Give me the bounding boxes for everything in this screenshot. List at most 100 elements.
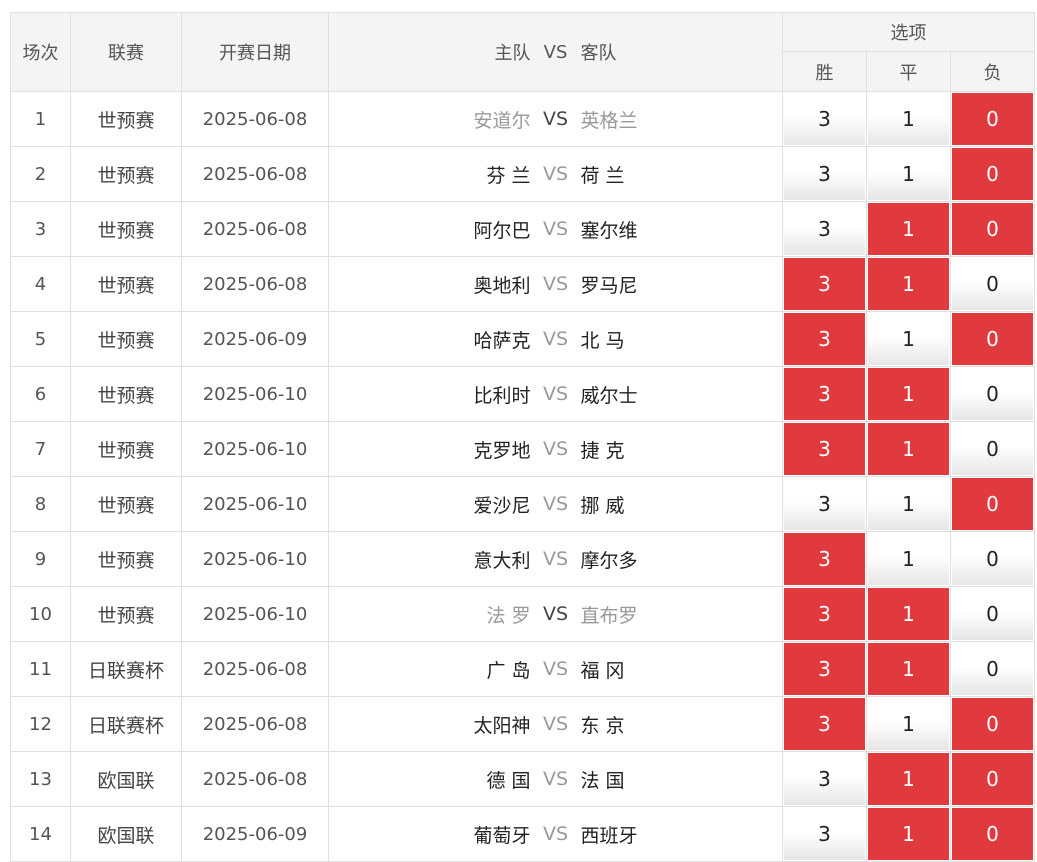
loss-option-button[interactable]: 0: [952, 423, 1034, 475]
match-number: 10: [10, 586, 71, 642]
home-team: 爱沙尼: [473, 494, 531, 517]
option-cell: 0: [949, 531, 1036, 587]
away-team: 东 京: [580, 714, 625, 737]
match-date: 2025-06-09: [181, 311, 329, 367]
vs-label: VS: [542, 163, 569, 185]
loss-option-button[interactable]: 0: [952, 313, 1034, 365]
draw-option-button[interactable]: 1: [868, 698, 949, 750]
win-option-button[interactable]: 3: [784, 423, 865, 475]
draw-option-button[interactable]: 1: [868, 533, 949, 585]
option-cell: 0: [949, 256, 1036, 312]
option-cell: 1: [866, 476, 951, 532]
header-vs-label: VS: [543, 41, 568, 63]
loss-option-button[interactable]: 0: [952, 368, 1034, 420]
option-cell: 0: [949, 201, 1036, 257]
match-teams: 奥地利 VS 罗马尼: [328, 256, 783, 312]
match-number: 1: [10, 91, 71, 147]
draw-option-button[interactable]: 1: [868, 203, 949, 255]
match-date: 2025-06-08: [181, 641, 329, 697]
option-cell: 0: [949, 146, 1036, 202]
match-teams: 意大利 VS 摩尔多: [328, 531, 783, 587]
win-option-button[interactable]: 3: [784, 753, 865, 805]
option-cell: 0: [949, 311, 1036, 367]
draw-option-button[interactable]: 1: [868, 478, 949, 530]
option-cell: 1: [866, 311, 951, 367]
draw-option-button[interactable]: 1: [868, 423, 949, 475]
loss-option-button[interactable]: 0: [952, 148, 1034, 200]
match-number: 13: [10, 751, 71, 807]
header-no: 场次: [10, 12, 71, 92]
win-option-button[interactable]: 3: [784, 478, 865, 530]
win-option-button[interactable]: 3: [784, 258, 865, 310]
draw-option-button[interactable]: 1: [868, 588, 949, 640]
match-teams: 安道尔 VS 英格兰: [328, 91, 783, 147]
win-option-button[interactable]: 3: [784, 148, 865, 200]
loss-option-button[interactable]: 0: [952, 753, 1034, 805]
away-team: 直布罗: [580, 604, 638, 627]
loss-option-button[interactable]: 0: [952, 93, 1034, 145]
away-team: 福 冈: [580, 659, 625, 682]
win-option-button[interactable]: 3: [784, 533, 865, 585]
match-teams: 广 岛 VS 福 冈: [328, 641, 783, 697]
match-date: 2025-06-10: [181, 586, 329, 642]
vs-label: VS: [542, 218, 569, 240]
draw-option-button[interactable]: 1: [868, 313, 949, 365]
option-cell: 0: [949, 751, 1036, 807]
away-team: 摩尔多: [580, 549, 638, 572]
loss-option-button[interactable]: 0: [952, 258, 1034, 310]
draw-option-button[interactable]: 1: [868, 148, 949, 200]
vs-label: VS: [542, 108, 569, 130]
header-win: 胜: [782, 51, 867, 92]
option-cell: 0: [949, 586, 1036, 642]
match-teams: 德 国 VS 法 国: [328, 751, 783, 807]
match-date: 2025-06-10: [181, 531, 329, 587]
league-name: 世预赛: [70, 91, 182, 147]
draw-option-button[interactable]: 1: [868, 808, 949, 860]
loss-option-button[interactable]: 0: [952, 643, 1034, 695]
win-option-button[interactable]: 3: [784, 588, 865, 640]
loss-option-button[interactable]: 0: [952, 588, 1034, 640]
option-cell: 1: [866, 366, 951, 422]
table-body: 1 世预赛 2025-06-08 安道尔 VS 英格兰 3 1 0 2 世预赛 …: [10, 91, 1036, 862]
match-teams: 爱沙尼 VS 挪 威: [328, 476, 783, 532]
header-options: 选项: [781, 12, 1036, 52]
option-cell: 3: [782, 311, 867, 367]
loss-option-button[interactable]: 0: [952, 533, 1034, 585]
match-teams: 葡萄牙 VS 西班牙: [328, 806, 783, 862]
option-cell: 0: [949, 641, 1036, 697]
win-option-button[interactable]: 3: [784, 698, 865, 750]
match-table-container: 场次 联赛 开赛日期 主队 VS 客队 选项 胜 平 负 1 世预赛 2025-…: [10, 12, 1036, 862]
header-date: 开赛日期: [181, 12, 329, 92]
win-option-button[interactable]: 3: [784, 368, 865, 420]
header-away-label: 客队: [580, 43, 617, 64]
option-cell: 0: [949, 806, 1036, 862]
table-row: 10 世预赛 2025-06-10 法 罗 VS 直布罗 3 1 0: [10, 586, 1036, 642]
win-option-button[interactable]: 3: [784, 203, 865, 255]
home-team: 哈萨克: [473, 329, 531, 352]
win-option-button[interactable]: 3: [784, 313, 865, 365]
match-number: 5: [10, 311, 71, 367]
loss-option-button[interactable]: 0: [952, 478, 1034, 530]
loss-option-button[interactable]: 0: [952, 808, 1034, 860]
win-option-button[interactable]: 3: [784, 643, 865, 695]
loss-option-button[interactable]: 0: [952, 203, 1034, 255]
win-option-button[interactable]: 3: [784, 808, 865, 860]
option-cell: 1: [866, 751, 951, 807]
match-number: 8: [10, 476, 71, 532]
draw-option-button[interactable]: 1: [868, 258, 949, 310]
vs-label: VS: [542, 493, 569, 515]
draw-option-button[interactable]: 1: [868, 93, 949, 145]
draw-option-button[interactable]: 1: [868, 643, 949, 695]
option-cell: 3: [782, 256, 867, 312]
table-row: 3 世预赛 2025-06-08 阿尔巴 VS 塞尔维 3 1 0: [10, 201, 1036, 257]
table-row: 1 世预赛 2025-06-08 安道尔 VS 英格兰 3 1 0: [10, 91, 1036, 147]
league-name: 日联赛杯: [70, 641, 182, 697]
loss-option-button[interactable]: 0: [952, 698, 1034, 750]
draw-option-button[interactable]: 1: [868, 368, 949, 420]
win-option-button[interactable]: 3: [784, 93, 865, 145]
option-cell: 0: [949, 421, 1036, 477]
draw-option-button[interactable]: 1: [868, 753, 949, 805]
match-number: 14: [10, 806, 71, 862]
option-cell: 1: [866, 806, 951, 862]
table-row: 7 世预赛 2025-06-10 克罗地 VS 捷 克 3 1 0: [10, 421, 1036, 477]
